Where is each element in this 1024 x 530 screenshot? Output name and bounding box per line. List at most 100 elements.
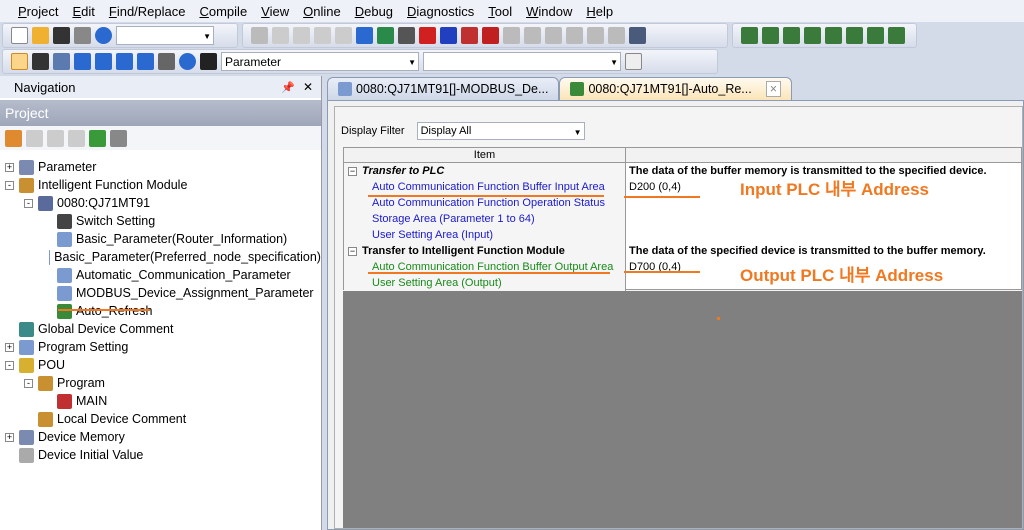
value-cell[interactable] <box>626 227 1021 243</box>
dev-list-icon[interactable] <box>95 53 112 70</box>
tree-item[interactable]: MODBUS_Device_Assignment_Parameter <box>0 284 321 302</box>
tree-item[interactable]: - POU <box>0 356 321 374</box>
menu-debug[interactable]: Debug <box>355 4 393 19</box>
expand-icon[interactable]: + <box>5 432 14 442</box>
item-cell[interactable]: − Transfer to Intelligent Function Module <box>344 243 626 259</box>
menu-edit[interactable]: Edit <box>72 4 94 19</box>
item-cell[interactable]: − Transfer to PLC <box>344 163 626 179</box>
tab-modbus-device[interactable]: 0080:QJ71MT91[]-MODBUS_De... <box>327 77 560 100</box>
find-icon[interactable] <box>625 53 642 70</box>
collapse-icon[interactable]: − <box>348 167 357 176</box>
pin-icon[interactable]: 📌 <box>281 81 295 94</box>
tree-item[interactable]: - 0080:QJ71MT91 <box>0 194 321 212</box>
string-search-icon[interactable] <box>398 27 415 44</box>
watch-register-icon[interactable] <box>608 27 625 44</box>
tree-item[interactable]: Automatic_Communication_Parameter <box>0 266 321 284</box>
watch-icon[interactable] <box>566 27 583 44</box>
ladder-chart2-icon[interactable] <box>888 27 905 44</box>
parameter-search-combo[interactable]: ▼ <box>423 52 621 71</box>
device-monitor-icon[interactable] <box>545 27 562 44</box>
ladder-run-icon[interactable] <box>846 27 863 44</box>
value-cell[interactable] <box>626 211 1021 227</box>
undo-icon[interactable] <box>314 27 331 44</box>
expand-icon[interactable]: + <box>5 342 14 352</box>
menu-window[interactable]: Window <box>526 4 572 19</box>
parameter-combo[interactable]: Parameter ▼ <box>221 52 419 71</box>
close-tab-icon[interactable]: × <box>765 81 782 97</box>
ladder-line-icon[interactable] <box>783 27 800 44</box>
output-window-icon[interactable] <box>53 53 70 70</box>
dev-search-icon[interactable] <box>74 53 91 70</box>
instruction-search-icon[interactable] <box>377 27 394 44</box>
item-cell[interactable]: Auto Communication Function Operation St… <box>344 195 626 211</box>
item-cell[interactable]: User Setting Area (Output) <box>344 275 626 291</box>
paste-data-icon[interactable] <box>47 129 64 147</box>
watch-add-icon[interactable] <box>587 27 604 44</box>
menu-diagnostics[interactable]: Diagnostics <box>407 4 474 19</box>
probe-icon[interactable] <box>158 53 175 70</box>
batch-monitor-icon[interactable] <box>524 27 541 44</box>
tree-item[interactable]: + Parameter <box>0 158 321 176</box>
open-icon[interactable] <box>32 27 49 44</box>
redo-icon[interactable] <box>335 27 352 44</box>
copy-data-icon[interactable] <box>26 129 43 147</box>
collapse-icon[interactable]: - <box>5 360 14 370</box>
menu-online[interactable]: Online <box>303 4 341 19</box>
table-row[interactable]: User Setting Area (Input) <box>344 227 1021 243</box>
element-selection-icon[interactable] <box>32 53 49 70</box>
tree-item[interactable]: Basic_Parameter(Preferred_node_specifica… <box>0 248 321 266</box>
tree-item[interactable]: Device Initial Value <box>0 446 321 464</box>
ladder-contact-icon[interactable] <box>741 27 758 44</box>
menu-project[interactable]: Project <box>18 4 58 19</box>
device-search-icon[interactable] <box>356 27 373 44</box>
dev-watch-icon[interactable] <box>137 53 154 70</box>
item-cell[interactable]: Storage Area (Parameter 1 to 64) <box>344 211 626 227</box>
expand-icon[interactable]: + <box>5 162 14 172</box>
search-combo[interactable]: ▼ <box>116 26 214 45</box>
tree-item[interactable]: + Program Setting <box>0 338 321 356</box>
menu-view[interactable]: View <box>261 4 289 19</box>
paste-icon[interactable] <box>293 27 310 44</box>
save-icon[interactable] <box>53 27 70 44</box>
menu-find-replace[interactable]: Find/Replace <box>109 4 186 19</box>
display-icon[interactable] <box>629 27 646 44</box>
refresh-icon[interactable] <box>89 129 106 147</box>
close-icon[interactable]: ✕ <box>303 80 313 94</box>
new-icon[interactable] <box>11 27 28 44</box>
collapse-icon[interactable]: - <box>24 378 33 388</box>
tree-item[interactable]: Basic_Parameter(Router_Information) <box>0 230 321 248</box>
tree-item[interactable]: MAIN <box>0 392 321 410</box>
tree-item[interactable]: Global Device Comment <box>0 320 321 338</box>
display-filter-select[interactable]: Display All ▼ <box>416 122 585 140</box>
ladder-branch-icon[interactable] <box>804 27 821 44</box>
write-plc-icon[interactable] <box>419 27 436 44</box>
collapse-icon[interactable]: - <box>24 198 33 208</box>
table-row[interactable]: Storage Area (Parameter 1 to 64) <box>344 211 1021 227</box>
table-row[interactable]: − Transfer to Intelligent Function Module… <box>344 243 1021 259</box>
tab-auto-refresh[interactable]: 0080:QJ71MT91[]-Auto_Re... × <box>559 77 793 100</box>
monitor-icon[interactable] <box>482 27 499 44</box>
menu-help[interactable]: Help <box>586 4 613 19</box>
tree-item[interactable]: - Program <box>0 374 321 392</box>
help2-icon[interactable] <box>179 53 196 70</box>
read-plc-icon[interactable] <box>440 27 457 44</box>
tree-item[interactable]: Local Device Comment <box>0 410 321 428</box>
collapse-icon[interactable]: − <box>348 247 357 256</box>
tree-item[interactable]: Auto_Refresh <box>0 302 321 320</box>
verify-icon[interactable] <box>461 27 478 44</box>
ladder-step-icon[interactable] <box>825 27 842 44</box>
menu-tool[interactable]: Tool <box>488 4 512 19</box>
item-cell[interactable]: User Setting Area (Input) <box>344 227 626 243</box>
tree-item[interactable]: + Device Memory <box>0 428 321 446</box>
tree-item[interactable]: Switch Setting <box>0 212 321 230</box>
new-data-icon[interactable] <box>5 129 22 147</box>
delete-data-icon[interactable] <box>68 129 85 147</box>
value-cell[interactable]: The data of the specified device is tran… <box>626 243 1021 259</box>
binoculars-icon[interactable] <box>200 53 217 70</box>
print-icon[interactable] <box>74 27 91 44</box>
dev-network-icon[interactable] <box>116 53 133 70</box>
property-icon[interactable] <box>110 129 127 147</box>
menu-compile[interactable]: Compile <box>199 4 247 19</box>
cut-icon[interactable] <box>251 27 268 44</box>
ladder-coil-icon[interactable] <box>762 27 779 44</box>
